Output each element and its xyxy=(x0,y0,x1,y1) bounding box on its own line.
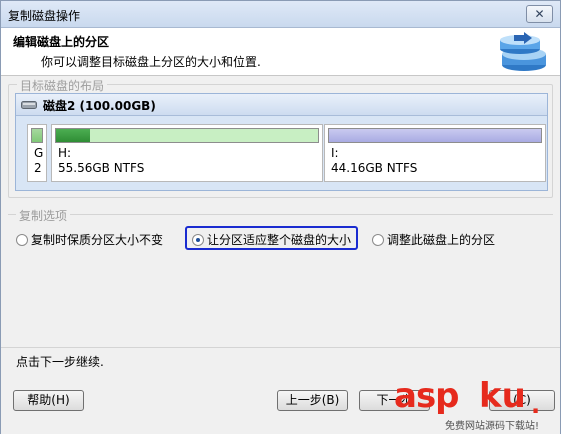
layout-group-legend: 目标磁盘的布局 xyxy=(17,77,108,94)
partition-g-bar xyxy=(31,128,43,143)
partition-h-used-fill xyxy=(56,129,91,142)
disk-label: 磁盘2 (100.00GB) xyxy=(43,99,156,113)
watermark-brand-right: ku xyxy=(479,376,526,416)
target-disk-layout-group: 目标磁盘的布局 磁盘2 (100.00GB) G 2 H: 55.56GB NT… xyxy=(8,77,553,198)
status-text: 点击下一步继续. xyxy=(16,355,104,369)
partition-i[interactable]: I: 44.16GB NTFS xyxy=(324,124,546,182)
back-button[interactable]: 上一步(B) xyxy=(277,390,348,411)
close-button[interactable]: ✕ xyxy=(526,5,553,23)
copy-options-group: 复制选项 复制时保质分区大小不变 让分区适应整个磁盘的大小 调整此磁盘上的分区 xyxy=(8,207,553,339)
partition-i-info: 44.16GB NTFS xyxy=(331,161,418,175)
help-button[interactable]: 帮助(H) xyxy=(13,390,84,411)
partition-h-info: 55.56GB NTFS xyxy=(58,161,145,175)
partition-h-bar xyxy=(55,128,319,143)
wizard-header: 编辑磁盘上的分区 你可以调整目标磁盘上分区的大小和位置. xyxy=(1,28,560,76)
disk-map: 磁盘2 (100.00GB) G 2 H: 55.56GB NTFS I: 44… xyxy=(15,93,548,191)
title-bar: 复制磁盘操作 ✕ xyxy=(1,1,560,28)
watermark-brand-left: asp xyxy=(394,376,460,416)
partition-i-letter: I: xyxy=(331,146,339,160)
partition-h-letter: H: xyxy=(58,146,72,160)
radio-label: 让分区适应整个磁盘的大小 xyxy=(207,233,352,247)
status-bar: 点击下一步继续. xyxy=(1,347,560,372)
partition-h[interactable]: H: 55.56GB NTFS xyxy=(51,124,323,182)
partition-g[interactable]: G 2 xyxy=(27,124,47,182)
disk-header: 磁盘2 (100.00GB) xyxy=(16,94,547,116)
header-subtitle: 你可以调整目标磁盘上分区的大小和位置. xyxy=(41,55,261,69)
header-title: 编辑磁盘上的分区 xyxy=(13,35,110,49)
watermark-brand-suffix: . xyxy=(531,391,541,419)
disk-copy-icon xyxy=(500,32,546,71)
radio-dot xyxy=(372,234,384,246)
hard-disk-icon xyxy=(21,101,37,109)
radio-keep-partition-size[interactable]: 复制时保质分区大小不变 xyxy=(16,231,163,249)
radio-fit-whole-disk[interactable]: 让分区适应整个磁盘的大小 xyxy=(185,226,359,250)
partition-strip: G 2 H: 55.56GB NTFS I: 44.16GB NTFS xyxy=(20,124,546,182)
radio-dot-selected xyxy=(192,234,204,246)
partition-g-letter: G xyxy=(34,146,44,160)
copy-disk-dialog: 复制磁盘操作 ✕ 编辑磁盘上的分区 你可以调整目标磁盘上分区的大小和位置. 目标… xyxy=(0,0,561,434)
window-title: 复制磁盘操作 xyxy=(8,9,81,23)
partition-g-info: 2 xyxy=(34,161,42,175)
radio-label: 调整此磁盘上的分区 xyxy=(387,233,496,247)
partition-i-bar xyxy=(328,128,542,143)
radio-label: 复制时保质分区大小不变 xyxy=(31,233,164,247)
copy-options-legend: 复制选项 xyxy=(16,207,71,224)
watermark-tagline: 免费网站源码下载站! xyxy=(445,421,540,432)
site-watermark: asp ku . 免费网站源码下载站! xyxy=(384,376,560,432)
radio-dot xyxy=(16,234,28,246)
radio-adjust-partitions[interactable]: 调整此磁盘上的分区 xyxy=(372,231,495,249)
